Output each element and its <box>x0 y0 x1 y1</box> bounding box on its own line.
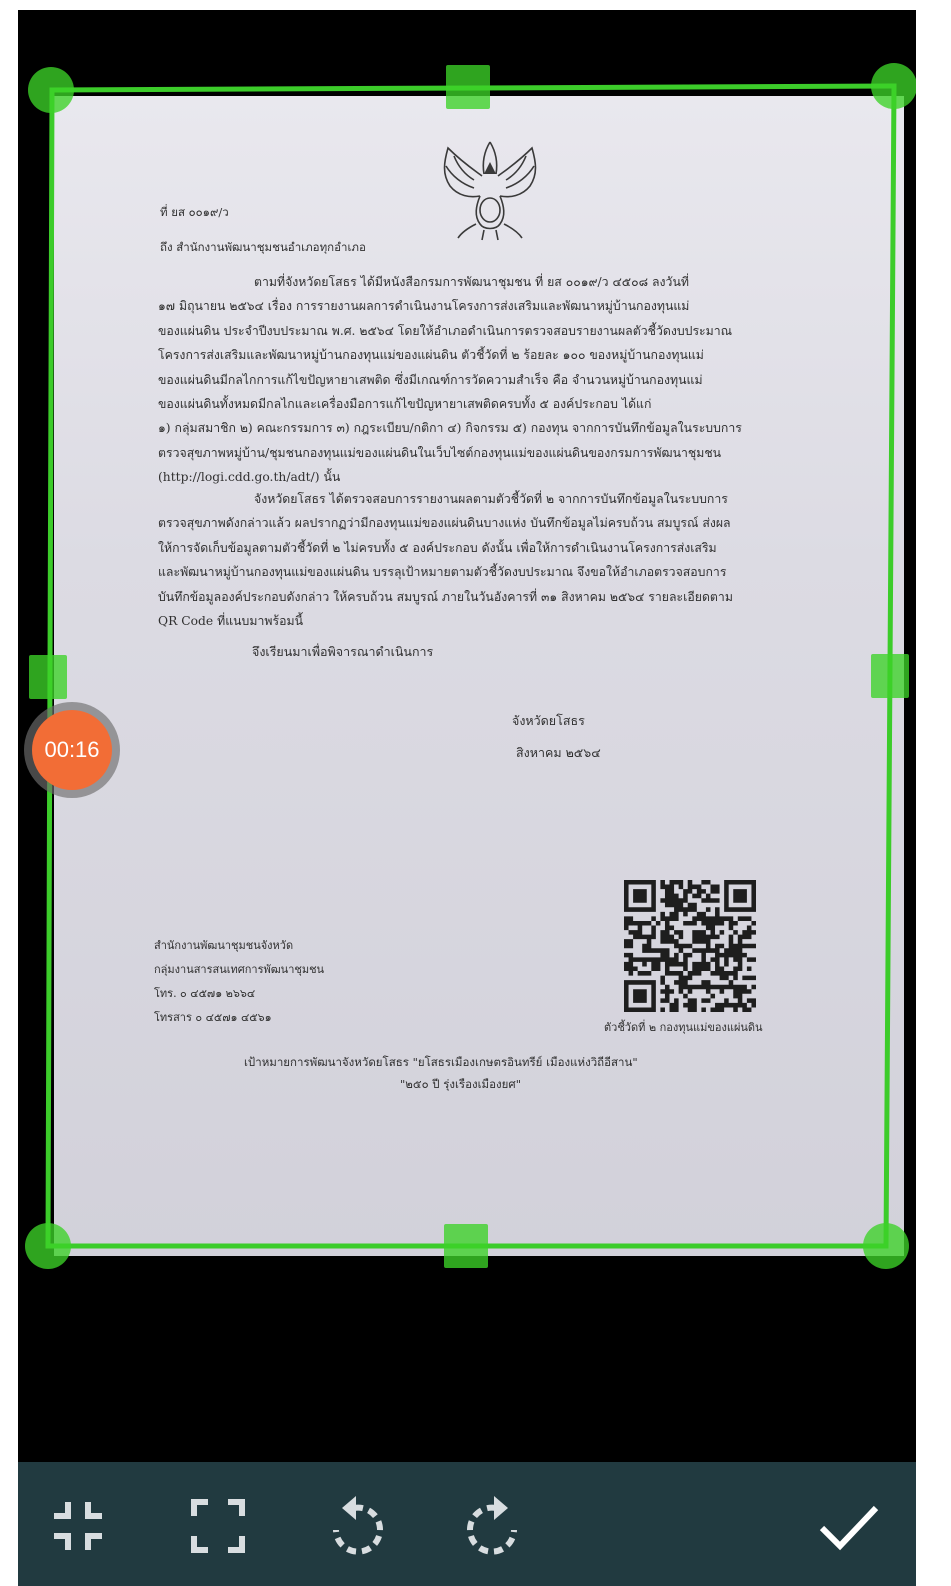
crop-handle-right[interactable] <box>871 654 909 698</box>
crop-handle-top[interactable] <box>446 65 490 109</box>
crop-handle-bottom[interactable] <box>444 1224 488 1268</box>
text-line: ตรวจสุขภาพดังกล่าวแล้ว ผลปรากฏว่ามีกองทุ… <box>158 516 731 531</box>
expand-icon <box>191 1499 245 1553</box>
footer-line: กลุ่มงานสารสนเทศการพัฒนาชุมชน <box>154 963 325 976</box>
slogan-line: "๒๕๐ ปี รุ่งเรืองเมืองยศ" <box>400 1077 521 1091</box>
scanned-document: ที่ ยส ๐๐๑๙/ว ถึง สำนักงานพัฒนาชุมชนอำเภ… <box>54 96 904 1256</box>
scanner-app: ที่ ยส ๐๐๑๙/ว ถึง สำนักงานพัฒนาชุมชนอำเภ… <box>18 10 916 1586</box>
text-line: ให้การจัดเก็บข้อมูลตามตัวชี้วัดที่ ๒ ไม่… <box>158 540 717 555</box>
rotate-left-button[interactable] <box>316 1486 396 1566</box>
text-line: ของแผ่นดิน ประจำปีงบประมาณ พ.ศ. ๒๕๖๔ โดย… <box>158 323 733 338</box>
crop-handle-bottom-left[interactable] <box>25 1223 71 1269</box>
crop-handle-top-left[interactable] <box>28 67 74 113</box>
confirm-button[interactable] <box>808 1486 888 1566</box>
expand-button[interactable] <box>178 1486 258 1566</box>
qr-caption: ตัวชี้วัดที่ ๒ กองทุนแม่ของแผ่นดิน <box>604 1021 763 1034</box>
text-line: ตรวจสุขภาพหมู่บ้าน/ชุมชนกองทุนแม่ของแผ่น… <box>158 445 722 460</box>
text-line: ตามที่จังหวัดยโสธร ได้มีหนังสือกรมการพัฒ… <box>254 275 689 289</box>
footer-line: สำนักงานพัฒนาชุมชนจังหวัด <box>154 939 294 952</box>
text-line: บันทึกข้อมูลองค์ประกอบดังกล่าว ให้ครบถ้ว… <box>158 589 733 604</box>
document-paragraph-1: ตามที่จังหวัดยโสธร ได้มีหนังสือกรมการพัฒ… <box>158 270 783 490</box>
text-line: และพัฒนาหมู่บ้านกองทุนแม่ของแผ่นดิน บรรล… <box>158 565 727 580</box>
footer-line: โทร. ๐ ๔๕๗๑ ๒๖๖๔ <box>154 987 256 1000</box>
qr-modules <box>624 880 756 1012</box>
rotate-right-button[interactable] <box>454 1486 534 1566</box>
rotate-right-icon <box>467 1496 517 1555</box>
recording-timer[interactable]: 00:16 <box>24 702 120 798</box>
text-line: (http://logi.cdd.go.th/adt/) นั้น <box>158 470 341 485</box>
crop-handle-left[interactable] <box>29 655 67 699</box>
bottom-toolbar <box>18 1462 916 1586</box>
confirm-check-icon <box>819 1505 879 1551</box>
shrink-icon <box>54 1502 102 1550</box>
slogan-line: เป้าหมายการพัฒนาจังหวัดยโสธร "ยโสธรเมือง… <box>244 1055 638 1069</box>
document-date: สิงหาคม ๒๕๖๔ <box>516 745 601 760</box>
footer-line: โทรสาร ๐ ๔๕๗๑ ๔๕๖๑ <box>154 1011 272 1024</box>
text-line: ๑) กลุ่มสมาชิก ๒) คณะกรรมการ ๓) กฎระเบีย… <box>158 421 742 436</box>
text-line: ของแผ่นดินมีกลไกการแก้ไขปัญหายาเสพติด ซึ… <box>158 372 703 387</box>
text-line: จังหวัดยโสธร ได้ตรวจสอบการรายงานผลตามตัว… <box>254 492 728 506</box>
text-line: ๑๗ มิถุนายน ๒๕๖๔ เรื่อง การรายงานผลการดำ… <box>158 299 690 314</box>
document-paragraph-2: จังหวัดยโสธร ได้ตรวจสอบการรายงานผลตามตัว… <box>158 487 783 633</box>
crop-handle-top-right[interactable] <box>871 63 916 109</box>
signature-organization: จังหวัดยโสธร <box>512 713 585 728</box>
timer-label: 00:16 <box>32 710 112 790</box>
shrink-button[interactable] <box>38 1486 118 1566</box>
footer-office-block: สำนักงานพัฒนาชุมชนจังหวัด กลุ่มงานสารสนเ… <box>154 934 324 1030</box>
text-line: โครงการส่งเสริมและพัฒนาหมู่บ้านกองทุนแม่… <box>158 348 704 363</box>
document-closing: จึงเรียนมาเพื่อพิจารณาดำเนินการ <box>252 644 434 659</box>
document-recipient: ถึง สำนักงานพัฒนาชุมชนอำเภอทุกอำเภอ <box>160 240 366 254</box>
document-reference: ที่ ยส ๐๐๑๙/ว <box>160 205 229 219</box>
garuda-emblem <box>443 141 537 241</box>
text-line: ของแผ่นดินทั้งหมดมีกลไกและเครื่องมือการแ… <box>158 397 652 412</box>
rotate-left-icon <box>333 1496 383 1555</box>
crop-handle-bottom-right[interactable] <box>863 1223 909 1269</box>
qr-code <box>624 880 756 1012</box>
text-line: QR Code ที่แนบมาพร้อมนี้ <box>158 614 303 629</box>
